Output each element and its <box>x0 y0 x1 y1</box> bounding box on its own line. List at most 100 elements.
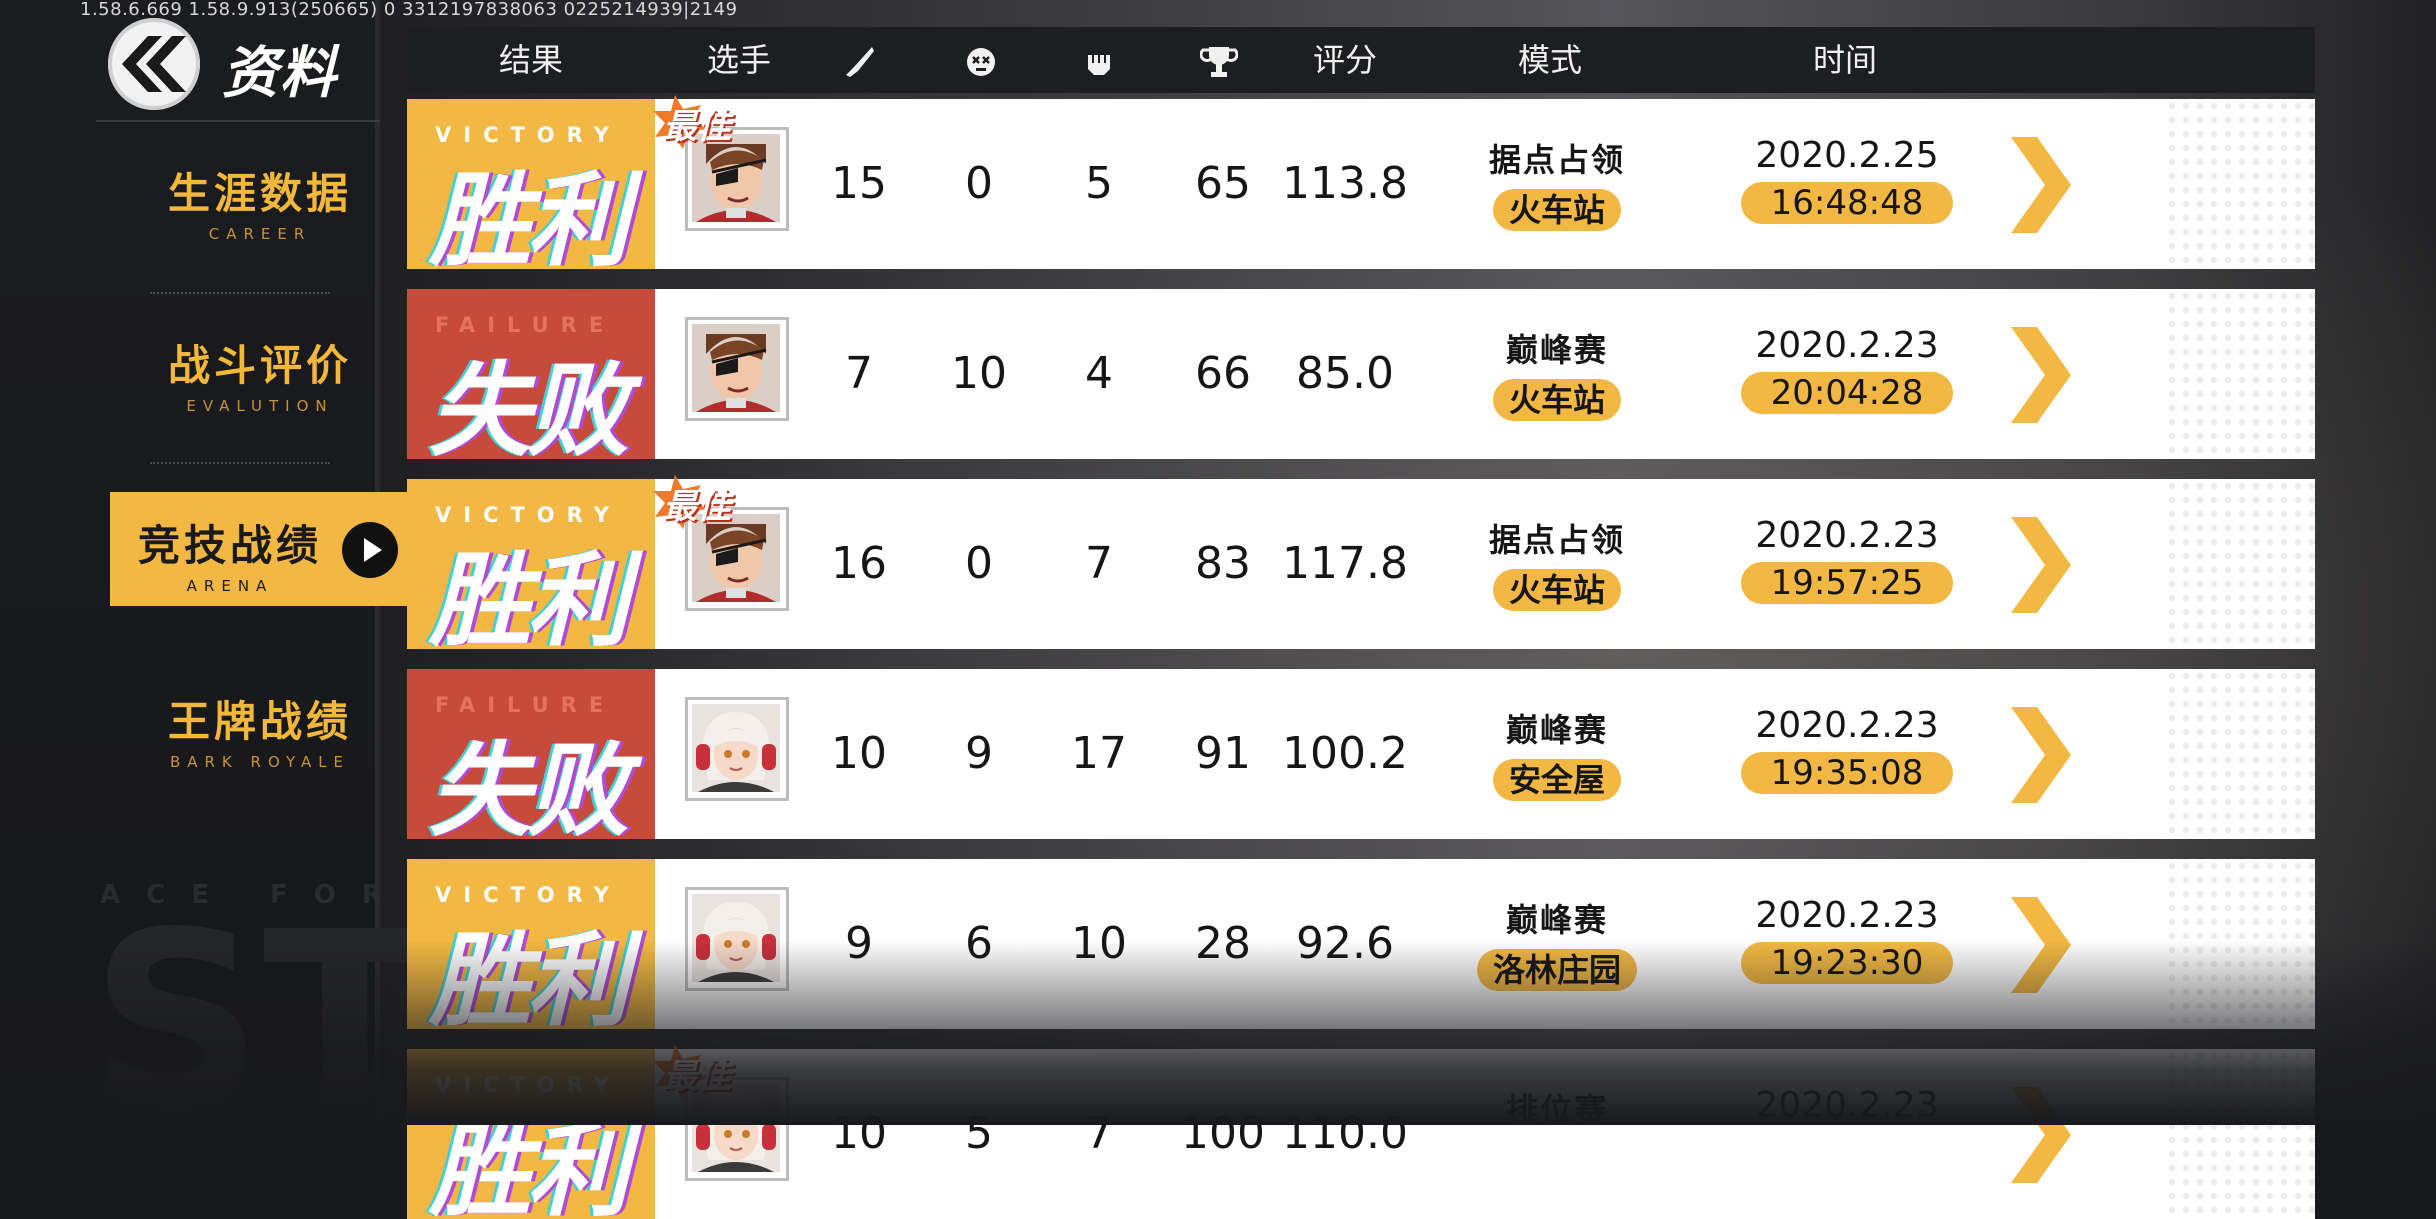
match-date: 2020.2.23 <box>1755 705 1939 746</box>
player-avatar <box>685 887 789 991</box>
mode-cell: 巅峰赛 洛林庄园 <box>1457 895 1657 991</box>
match-time: 16:48:48 <box>1741 182 1953 224</box>
kills-value: 15 <box>831 158 887 209</box>
chevron-right-icon[interactable] <box>2011 1087 2071 1183</box>
result-badge: FAILURE 失败 <box>407 289 655 459</box>
match-date: 2020.2.23 <box>1755 1085 1939 1126</box>
result-label: 胜利 <box>429 1112 629 1219</box>
kills-value: 16 <box>831 538 887 589</box>
match-date: 2020.2.23 <box>1755 515 1939 556</box>
chevron-right-icon[interactable] <box>2011 707 2071 803</box>
deaths-value: 5 <box>965 1108 993 1159</box>
sidebar-item-label: 战斗评价 <box>167 341 352 390</box>
result-badge: VICTORY 胜利 <box>407 479 655 649</box>
mode-cell: 排位赛 <box>1457 1085 1657 1131</box>
chevron-right-icon[interactable] <box>2011 327 2071 423</box>
score-value: 110.0 <box>1282 1108 1408 1159</box>
chevron-right-icon[interactable] <box>2011 897 2071 993</box>
map-badge: 洛林庄园 <box>1476 949 1637 991</box>
assists-value: 5 <box>1085 158 1113 209</box>
map-badge: 火车站 <box>1492 189 1621 231</box>
skull-icon <box>964 27 998 93</box>
back-button[interactable] <box>108 18 200 110</box>
divider <box>150 292 330 294</box>
sidebar-item-label: 王牌战绩 <box>167 697 352 746</box>
mode-label: 排位赛 <box>1505 1091 1608 1129</box>
mode-label: 据点占领 <box>1488 141 1625 179</box>
column-header-mode: 模式 <box>1517 41 1583 79</box>
points-value: 28 <box>1195 918 1251 969</box>
result-badge: VICTORY 胜利 <box>407 1049 655 1219</box>
map-badge: 火车站 <box>1492 569 1621 611</box>
kills-value: 9 <box>845 918 873 969</box>
fist-icon <box>1082 27 1116 93</box>
sidebar-item-sublabel: EVALUTION <box>186 397 334 415</box>
points-value: 100 <box>1181 1108 1265 1159</box>
match-date: 2020.2.25 <box>1755 135 1939 176</box>
best-label: 最佳 <box>663 107 731 147</box>
points-value: 65 <box>1195 158 1251 209</box>
dot-pattern <box>2165 1049 2315 1219</box>
table-row[interactable]: VICTORY 胜利 最佳 10 5 7 100 110.0 排位赛 2020.2.23 <box>407 1045 2315 1219</box>
score-value: 117.8 <box>1282 538 1408 589</box>
best-badge: 最佳 <box>643 1045 743 1101</box>
dot-pattern <box>2165 479 2315 649</box>
result-label: 失败 <box>429 352 629 459</box>
chevron-right-icon[interactable] <box>2011 137 2071 233</box>
player-avatar <box>685 697 789 801</box>
result-label: 失败 <box>429 732 629 839</box>
deaths-value: 9 <box>965 728 993 779</box>
kills-value: 7 <box>845 348 873 399</box>
assists-value: 10 <box>1071 918 1127 969</box>
play-icon <box>342 522 398 578</box>
column-header-score: 评分 <box>1312 41 1378 79</box>
dot-pattern <box>2165 859 2315 1029</box>
sidebar-item-career[interactable]: 生涯数据 CAREER <box>110 140 410 254</box>
sidebar-item-arena[interactable]: 竞技战绩 ARENA <box>110 492 410 606</box>
dot-pattern <box>2165 289 2315 459</box>
time-cell: 2020.2.23 19:35:08 <box>1717 705 1977 794</box>
knife-icon <box>842 27 876 93</box>
mode-cell: 巅峰赛 火车站 <box>1457 325 1657 421</box>
dot-pattern <box>2165 99 2315 269</box>
sidebar-item-evaluation[interactable]: 战斗评价 EVALUTION <box>110 312 410 426</box>
mode-cell: 巅峰赛 安全屋 <box>1457 705 1657 801</box>
sidebar-item-label: 生涯数据 <box>167 169 352 218</box>
mode-cell: 据点占领 火车站 <box>1457 515 1657 611</box>
assists-value: 4 <box>1085 348 1113 399</box>
column-header-player: 选手 <box>706 41 772 79</box>
page-title: 资料 <box>222 41 338 106</box>
points-value: 66 <box>1195 348 1251 399</box>
score-value: 85.0 <box>1296 348 1394 399</box>
table-row[interactable]: VICTORY 胜利 9 6 10 28 92.6 巅峰赛 洛林庄园 2020.2.23 19:23… <box>407 859 2315 1029</box>
map-badge: 安全屋 <box>1492 759 1621 801</box>
time-cell: 2020.2.23 19:57:25 <box>1717 515 1977 604</box>
trophy-icon <box>1199 27 1239 93</box>
chevron-right-icon[interactable] <box>2011 517 2071 613</box>
time-cell: 2020.2.23 <box>1717 1085 1977 1126</box>
time-cell: 2020.2.25 16:48:48 <box>1717 135 1977 224</box>
best-badge: 最佳 <box>643 95 743 151</box>
score-value: 113.8 <box>1282 158 1408 209</box>
best-label: 最佳 <box>663 1057 731 1097</box>
deaths-value: 10 <box>951 348 1007 399</box>
player-avatar <box>685 317 789 421</box>
score-value: 100.2 <box>1282 728 1408 779</box>
match-time: 20:04:28 <box>1741 372 1953 414</box>
watermark-logo: ST <box>90 880 427 1160</box>
result-badge: VICTORY 胜利 <box>407 99 655 269</box>
table-row[interactable]: FAILURE 失败 10 9 17 91 100.2 巅峰赛 安全屋 2020.2.23 19:3… <box>407 669 2315 839</box>
assists-value: 7 <box>1085 538 1113 589</box>
best-badge: 最佳 <box>643 475 743 531</box>
points-value: 83 <box>1195 538 1251 589</box>
sidebar-item-bark-royale[interactable]: 王牌战绩 BARK ROYALE <box>110 668 410 782</box>
map-badge: 火车站 <box>1492 379 1621 421</box>
match-time: 19:35:08 <box>1741 752 1953 794</box>
result-badge: VICTORY 胜利 <box>407 859 655 1029</box>
mode-label: 据点占领 <box>1488 521 1625 559</box>
column-header-time: 时间 <box>1812 41 1878 79</box>
time-cell: 2020.2.23 20:04:28 <box>1717 325 1977 414</box>
table-row[interactable]: FAILURE 失败 7 10 4 66 85.0 巅峰赛 火车站 2020.2.23 20:04:… <box>407 289 2315 459</box>
table-row[interactable]: VICTORY 胜利 最佳 15 0 5 65 113.8 据点占领 火车站 2020.2.25 16… <box>407 95 2315 269</box>
table-row[interactable]: VICTORY 胜利 最佳 16 0 7 83 117.8 据点占领 火车站 2020.2.23 19… <box>407 475 2315 649</box>
